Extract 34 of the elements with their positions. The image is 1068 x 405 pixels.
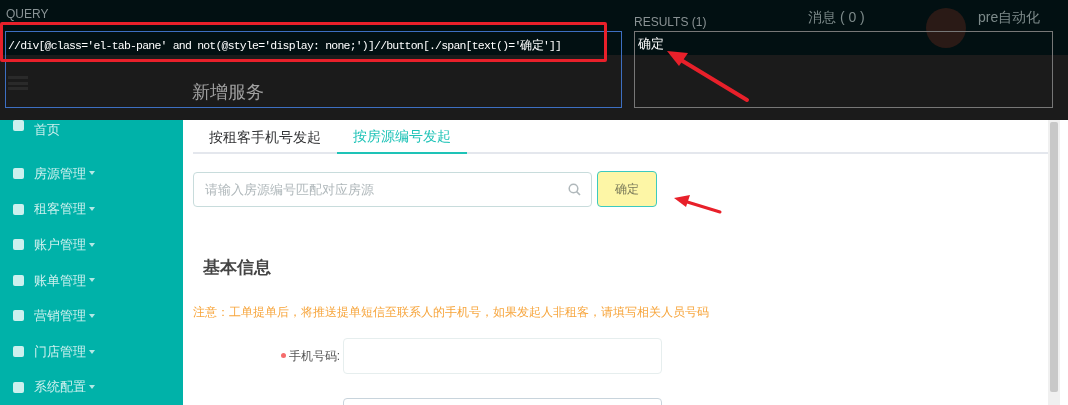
- menu-item-icon: [13, 381, 24, 393]
- notifications-link[interactable]: 消息 ( 0 ): [808, 7, 865, 28]
- menu-item-icon: [13, 346, 24, 358]
- notice-text: 注意：工单提单后，将推送提单短信至联系人的手机号，如果发起人非租客，请填写相关人员号码: [193, 303, 710, 321]
- field-label: 手机号码:: [288, 347, 340, 365]
- menu-item-icon: [13, 203, 24, 215]
- sidebar-item[interactable]: 账单管理: [0, 262, 183, 299]
- page-title: 新增服务: [192, 81, 264, 104]
- sidebar-item[interactable]: 账户管理: [0, 226, 183, 263]
- input-field[interactable]: [343, 337, 662, 374]
- query-label: QUERY: [6, 6, 49, 23]
- user-menu[interactable]: pre自动化: [978, 7, 1041, 28]
- section-title: 基本信息: [203, 257, 272, 279]
- sidebar-item[interactable]: 房源管理: [0, 155, 183, 192]
- menu-item-icon: [13, 274, 24, 286]
- confirm-button[interactable]: 确定: [597, 171, 657, 207]
- sidebar-item[interactable]: 营销管理: [0, 298, 183, 334]
- sidebar-item[interactable]: 系统配置: [0, 369, 183, 405]
- sidebar-item[interactable]: 租客管理: [0, 191, 183, 227]
- scrollbar[interactable]: [1048, 120, 1060, 405]
- menu-item-icon: [13, 120, 24, 131]
- menu-item-icon: [13, 167, 24, 179]
- menu-item-icon: [13, 310, 24, 322]
- scrollbar-thumb[interactable]: [1050, 122, 1058, 392]
- menu-item-icon: [13, 239, 24, 251]
- tab[interactable]: 按房源编号发起: [337, 120, 467, 154]
- results-label: RESULTS (1): [634, 14, 707, 31]
- search-icon[interactable]: [568, 182, 581, 196]
- search-field[interactable]: 请输入房源编号匹配对应房源: [193, 171, 592, 207]
- sidebar-item[interactable]: 门店管理: [0, 333, 183, 370]
- annotation-arrow: [674, 195, 722, 214]
- tab[interactable]: 按租客手机号发起: [193, 120, 337, 154]
- result-item[interactable]: 确定: [638, 34, 664, 54]
- sidebar-item[interactable]: 首页: [0, 120, 183, 156]
